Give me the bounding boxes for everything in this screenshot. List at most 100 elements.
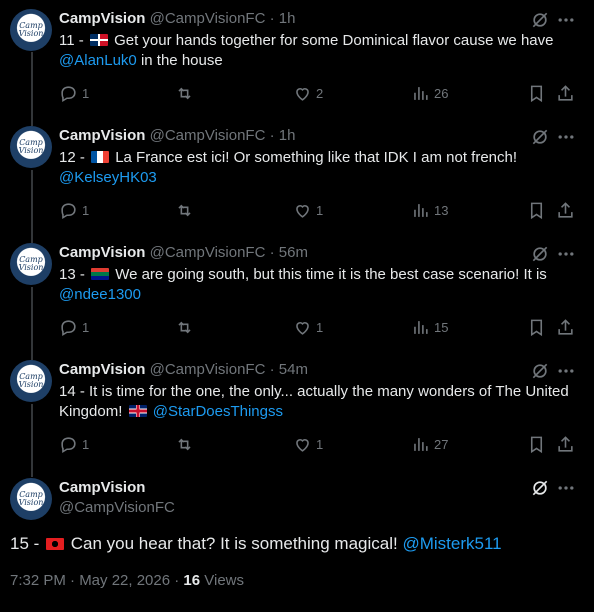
timestamp[interactable]: 54m (279, 361, 308, 378)
reply-icon (61, 437, 76, 454)
bookmark-icon (530, 436, 543, 454)
display-name[interactable]: CampVision (59, 127, 145, 144)
post-timestamp[interactable]: 7:32 PM · May 22, 2026 · (10, 572, 183, 589)
main-tweet-header: CampVision @CampVisionFC (59, 478, 175, 518)
handle[interactable]: @CampVisionFC (150, 361, 266, 378)
mention-link[interactable]: @KelseyHK03 (59, 169, 157, 186)
like-button[interactable]: 1 (293, 435, 323, 454)
dominican-flag-icon (89, 34, 108, 46)
like-button[interactable]: 2 (293, 84, 323, 103)
views-icon (414, 204, 428, 217)
avatar[interactable]: Camp Vision (10, 243, 52, 285)
uk-flag-icon (128, 405, 147, 417)
display-name[interactable]: CampVision (59, 361, 145, 378)
more-icon[interactable] (556, 478, 576, 498)
more-icon[interactable] (556, 10, 576, 30)
mention-link[interactable]: @StarDoesThingss (153, 403, 283, 420)
more-icon[interactable] (556, 361, 576, 381)
share-button[interactable] (556, 318, 575, 337)
tweet[interactable]: Camp Vision CampVision @CampVisionFC · 1… (0, 0, 594, 117)
handle[interactable]: @CampVisionFC (150, 244, 266, 261)
grok-icon[interactable] (530, 127, 550, 147)
bookmark-button[interactable] (527, 84, 546, 103)
share-icon (558, 202, 573, 218)
like-icon (296, 439, 309, 452)
share-icon (558, 85, 573, 101)
share-button[interactable] (556, 84, 575, 103)
display-name[interactable]: CampVision (59, 478, 175, 498)
reply-button[interactable]: 1 (59, 318, 89, 337)
tweet-footer: 7:32 PM · May 22, 2026 · 16 Views (10, 572, 245, 589)
like-button[interactable]: 1 (293, 201, 323, 220)
like-button[interactable]: 1 (293, 318, 323, 337)
avatar[interactable]: Camp Vision (10, 360, 52, 402)
france-flag-icon (91, 151, 110, 163)
tweet[interactable]: Camp Vision CampVision @CampVisionFC · 5… (0, 234, 594, 351)
handle[interactable]: @CampVisionFC (150, 10, 266, 27)
albania-flag-icon (46, 538, 65, 550)
tweet-header: CampVision @CampVisionFC · 56m (59, 244, 308, 261)
tweet[interactable]: Camp Vision CampVision @CampVisionFC · 5… (0, 351, 594, 468)
grok-icon[interactable] (530, 10, 550, 30)
retweet-button[interactable] (175, 435, 198, 454)
retweet-button[interactable] (175, 84, 198, 103)
avatar[interactable]: Camp Vision (10, 126, 52, 168)
timestamp[interactable]: 56m (279, 244, 308, 261)
more-icon[interactable] (556, 244, 576, 264)
bookmark-button[interactable] (527, 435, 546, 454)
bookmark-button[interactable] (527, 318, 546, 337)
more-icon[interactable] (556, 127, 576, 147)
main-tweet-text: 15 - Can you hear that? It is something … (10, 534, 502, 553)
retweet-icon (178, 87, 191, 100)
share-button[interactable] (556, 201, 575, 220)
handle[interactable]: @CampVisionFC (150, 127, 266, 144)
retweet-button[interactable] (175, 201, 198, 220)
tweet-text: 11 - Get your hands together for some Do… (59, 32, 554, 69)
retweet-icon (178, 204, 191, 217)
south-africa-flag-icon (91, 268, 110, 280)
mention-link[interactable]: @AlanLuk0 (59, 52, 137, 69)
bookmark-icon (530, 85, 543, 103)
reply-icon (61, 203, 76, 220)
reply-icon (61, 86, 76, 103)
retweet-icon (178, 438, 191, 451)
reply-icon (61, 320, 76, 337)
views-icon (414, 87, 428, 100)
share-icon (558, 436, 573, 452)
views-button[interactable]: 26 (411, 84, 448, 103)
views-icon (414, 438, 428, 451)
share-button[interactable] (556, 435, 575, 454)
tweet[interactable]: Camp Vision CampVision @CampVisionFC · 1… (0, 117, 594, 234)
tweet-header: CampVision @CampVisionFC · 1h (59, 127, 296, 144)
reply-button[interactable]: 1 (59, 84, 89, 103)
views-button[interactable]: 27 (411, 435, 448, 454)
views-button[interactable]: 13 (411, 201, 448, 220)
views-count: 16 (183, 572, 201, 589)
bookmark-icon (530, 202, 543, 220)
timestamp[interactable]: 1h (279, 10, 296, 27)
bookmark-icon (530, 319, 543, 337)
like-icon (296, 205, 309, 218)
action-bar: 1 1 13 (59, 201, 576, 221)
tweet-text: 14 - It is time for the one, the only...… (59, 383, 569, 420)
grok-icon[interactable] (530, 478, 550, 498)
views-button[interactable]: 15 (411, 318, 448, 337)
reply-button[interactable]: 1 (59, 435, 89, 454)
avatar[interactable]: Camp Vision (10, 9, 52, 51)
bookmark-button[interactable] (527, 201, 546, 220)
share-icon (558, 319, 573, 335)
handle[interactable]: @CampVisionFC (59, 498, 175, 518)
grok-icon[interactable] (530, 244, 550, 264)
mention-link[interactable]: @ndee1300 (59, 286, 141, 303)
grok-icon[interactable] (530, 361, 550, 381)
display-name[interactable]: CampVision (59, 244, 145, 261)
mention-link[interactable]: @Misterk511 (402, 534, 501, 553)
retweet-button[interactable] (175, 318, 198, 337)
reply-button[interactable]: 1 (59, 201, 89, 220)
timestamp[interactable]: 1h (279, 127, 296, 144)
action-bar: 1 2 26 (59, 84, 576, 104)
tweet-header: CampVision @CampVisionFC · 1h (59, 10, 296, 27)
tweet-text: 12 - La France est ici! Or something lik… (59, 149, 518, 186)
display-name[interactable]: CampVision (59, 10, 145, 27)
avatar[interactable]: Camp Vision (10, 478, 52, 520)
